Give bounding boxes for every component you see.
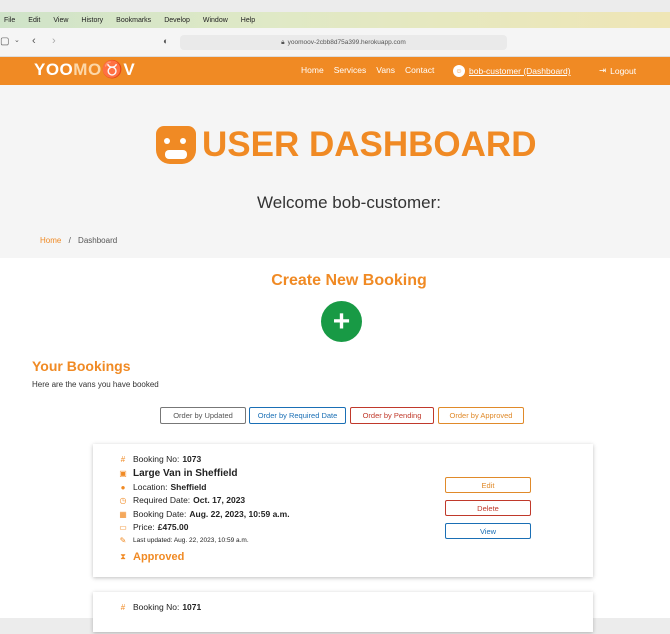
booking-no-label: Booking No:: [133, 454, 180, 464]
menu-develop[interactable]: Develop: [164, 17, 190, 24]
booking-date-label: Booking Date:: [133, 509, 187, 519]
price-label: Price:: [133, 522, 155, 532]
breadcrumb-separator: /: [68, 236, 71, 245]
breadcrumb: Home / Dashboard: [40, 236, 117, 245]
location-label: Location:: [133, 482, 168, 492]
required-date-label: Required Date:: [133, 495, 191, 505]
hash-icon: #: [120, 454, 126, 464]
nav-links: Home Services Vans Contact: [301, 65, 444, 75]
booking-no-row: # Booking No: 1073: [117, 454, 201, 464]
page-title: USER DASHBOARD: [156, 125, 536, 165]
clock-icon: ◷: [119, 495, 127, 505]
your-bookings-title: Your Bookings: [32, 358, 131, 374]
menu-history[interactable]: History: [81, 17, 103, 24]
logo-text: YOO: [34, 60, 74, 79]
logout-icon: ⇥: [599, 65, 607, 75]
breadcrumb-home[interactable]: Home: [40, 236, 61, 245]
required-date-row: ◷ Required Date: Oct. 17, 2023: [117, 495, 246, 505]
last-updated-text: Last updated: Aug. 22, 2023, 10:59 a.m.: [133, 537, 249, 544]
required-date-value: Oct. 17, 2023: [193, 495, 246, 505]
calendar-icon: ▦: [119, 509, 127, 519]
page-title-text: USER DASHBOARD: [202, 125, 537, 164]
last-updated-row: ✎ Last updated: Aug. 22, 2023, 10:59 a.m…: [117, 536, 249, 545]
site-navbar: YOOMO♉V Home Services Vans Contact ☺ bob…: [0, 57, 670, 85]
menu-file[interactable]: File: [4, 17, 15, 24]
van-row: ▣ Large Van in Sheffield: [117, 468, 237, 479]
nav-contact[interactable]: Contact: [405, 65, 434, 75]
view-booking-button[interactable]: View: [445, 523, 531, 539]
cow-logo-icon: ♉: [101, 60, 124, 79]
menu-bookmarks[interactable]: Bookmarks: [116, 17, 151, 24]
booking-date-row: ▦ Booking Date: Aug. 22, 2023, 10:59 a.m.: [117, 509, 290, 519]
create-booking-button[interactable]: +: [321, 301, 362, 342]
status-row: ⧗ Approved: [117, 551, 184, 563]
booking-no-value: 1071: [182, 602, 202, 612]
breadcrumb-current: Dashboard: [78, 236, 118, 245]
booking-card: # Booking No: 1073 ▣ Large Van in Sheffie…: [93, 444, 593, 577]
welcome-message: Welcome bob-customer:: [257, 193, 441, 212]
nav-services[interactable]: Services: [334, 65, 367, 75]
nav-logout[interactable]: ⇥ Logout: [599, 65, 636, 76]
order-by-required-date-button[interactable]: Order by Required Date: [249, 407, 346, 424]
dashboard-hero: USER DASHBOARD Welcome bob-customer: Hom…: [0, 85, 670, 258]
order-by-updated-button[interactable]: Order by Updated: [160, 407, 246, 424]
main-content: Create New Booking + Your Bookings Here …: [0, 258, 670, 632]
chevron-down-icon[interactable]: ⌄: [14, 36, 20, 44]
lock-icon: 🔒︎: [281, 38, 285, 46]
price-row: ▭ Price: £475.00: [117, 522, 188, 532]
menu-window[interactable]: Window: [203, 17, 228, 24]
van-title: Large Van in Sheffield: [133, 468, 238, 479]
nav-logout-label: Logout: [610, 65, 637, 76]
hash-icon: #: [120, 602, 126, 612]
menu-view[interactable]: View: [53, 17, 68, 24]
location-value: Sheffield: [170, 482, 207, 492]
nav-vans[interactable]: Vans: [376, 65, 395, 75]
location-row: ● Location: Sheffield: [117, 482, 207, 492]
booking-date-value: Aug. 22, 2023, 10:59 a.m.: [189, 509, 290, 519]
create-booking-title: Create New Booking: [271, 272, 427, 289]
site-logo[interactable]: YOOMO♉V: [34, 60, 135, 80]
booking-no-row: # Booking No: 1071: [117, 602, 201, 612]
os-menu-bar: File Edit View History Bookmarks Develop…: [0, 12, 670, 28]
van-icon: ▣: [119, 469, 127, 478]
url-text: yoomoov-2cbb8d75a399.herokuapp.com: [287, 39, 406, 46]
sidebar-toggle-icon[interactable]: ▢: [0, 36, 9, 47]
address-bar[interactable]: 🔒︎ yoomoov-2cbb8d75a399.herokuapp.com: [180, 35, 507, 50]
edit-booking-button[interactable]: Edit: [445, 477, 531, 493]
price-value: £475.00: [157, 522, 189, 532]
booking-no-value: 1073: [182, 454, 202, 464]
logo-text-faded: MO: [73, 60, 102, 79]
status-badge: Approved: [133, 551, 185, 563]
booking-no-label: Booking No:: [133, 602, 180, 612]
delete-booking-button[interactable]: Delete: [445, 500, 531, 516]
nav-user-dashboard[interactable]: ☺ bob-customer (Dashboard): [453, 65, 571, 77]
nav-home[interactable]: Home: [301, 65, 324, 75]
map-pin-icon: ●: [120, 482, 126, 492]
back-icon[interactable]: ‹: [32, 35, 36, 47]
menu-help[interactable]: Help: [241, 17, 255, 24]
pencil-icon: ✎: [119, 536, 127, 545]
order-by-approved-button[interactable]: Order by Approved: [438, 407, 524, 424]
booking-card: # Booking No: 1071: [93, 592, 593, 632]
your-bookings-subtitle: Here are the vans you have booked: [32, 380, 159, 389]
logo-text-end: V: [123, 60, 136, 79]
shield-icon[interactable]: ◐: [163, 36, 168, 46]
money-icon: ▭: [119, 522, 127, 532]
nav-user-label: bob-customer (Dashboard): [469, 66, 571, 76]
hourglass-icon: ⧗: [120, 552, 126, 561]
menu-edit[interactable]: Edit: [28, 17, 40, 24]
user-icon: ☺: [453, 65, 465, 77]
order-by-pending-button[interactable]: Order by Pending: [350, 407, 434, 424]
cow-icon: [156, 126, 196, 164]
forward-icon[interactable]: ›: [52, 35, 56, 47]
